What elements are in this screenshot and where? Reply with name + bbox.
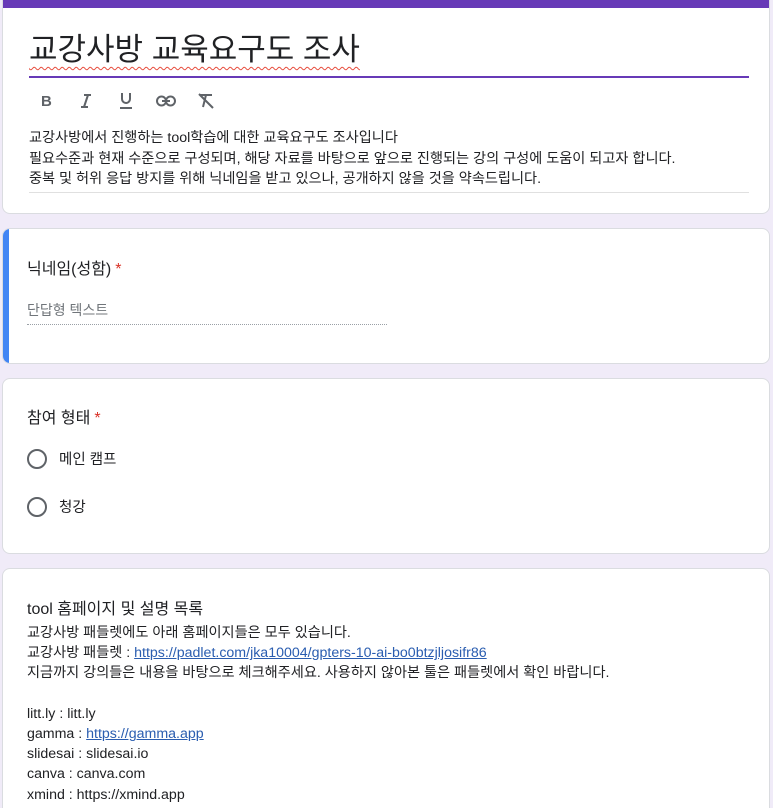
form-title-text: 교강사방 교육요구도 조사	[29, 32, 360, 67]
clear-formatting-button[interactable]	[193, 88, 219, 114]
tool-item-slidesai: slidesai : slidesai.io	[27, 746, 149, 763]
padlet-label: 교강사방 패들렛 :	[27, 645, 135, 662]
question-title: 참여 형태 *	[27, 404, 101, 428]
radio-button[interactable]	[27, 496, 47, 517]
italic-button[interactable]	[73, 88, 99, 114]
form-header-card: 교강사방 교육요구도 조사 B 교강사방에서 진행하는 tool학습에 대한 교…	[2, 0, 770, 214]
question-card-participation[interactable]: 참여 형태 * 메인 캠프 청강	[2, 378, 770, 554]
gamma-link[interactable]: https://gamma.app	[86, 726, 204, 742]
bold-button[interactable]: B	[33, 88, 59, 114]
insert-link-button[interactable]	[153, 88, 179, 114]
nickname-input[interactable]	[27, 296, 387, 325]
radio-option-label: 메인 캠프	[59, 452, 117, 468]
radio-option-audit[interactable]: 청강	[27, 496, 86, 517]
svg-text:B: B	[41, 93, 52, 109]
bold-icon: B	[41, 93, 52, 109]
gamma-label: gamma :	[27, 726, 87, 743]
required-asterisk: *	[94, 410, 101, 427]
question-title-text: 참여 형태	[27, 410, 91, 427]
description-line: 중복 및 허위 응답 방지를 위해 닉네임을 받고 있으나, 공개하지 않을 것…	[29, 171, 542, 187]
italic-icon	[81, 94, 91, 108]
radio-option-label: 청강	[59, 500, 86, 516]
underline-button[interactable]	[113, 88, 139, 114]
question-title: 닉네임(성함) *	[27, 255, 122, 279]
padlet-link[interactable]: https://padlet.com/jka10004/gpters-10-ai…	[134, 645, 487, 661]
format-toolbar: B	[33, 88, 219, 114]
form-title[interactable]: 교강사방 교육요구도 조사	[29, 28, 749, 78]
tool-item-gamma: gamma : https://gamma.app	[27, 724, 747, 744]
tool-item-littly: litt.ly : litt.ly	[27, 705, 96, 722]
tool-item-xmind: xmind : https://xmind.app	[27, 786, 185, 803]
link-icon	[156, 95, 176, 107]
radio-button[interactable]	[27, 448, 47, 469]
tool-item-canva: canva : canva.com	[27, 766, 146, 783]
radio-option-main-camp[interactable]: 메인 캠프	[27, 448, 116, 469]
description-line: 필요수준과 현재 수준으로 구성되며, 해당 자료를 바탕으로 앞으로 진행되는…	[29, 150, 676, 167]
description-line: 지금까지 강의들은 내용을 바탕으로 체크해주세요. 사용하지 않아본 툴은 패…	[27, 665, 610, 682]
required-asterisk: *	[115, 261, 122, 278]
underline-icon	[120, 93, 132, 109]
theme-color-bar	[3, 0, 769, 8]
clear-formatting-icon	[198, 93, 214, 109]
description-line: 교강사방에서 진행하는 tool학습에 대한 교육요구도 조사입니다	[29, 130, 398, 146]
description-line: 교강사방 패들렛에도 아래 홈페이지들은 모두 있습니다.	[27, 625, 351, 641]
question-title-text: tool 홈페이지 및 설명 목록	[27, 601, 204, 618]
question-title: tool 홈페이지 및 설명 목록	[27, 595, 203, 619]
form-description[interactable]: 교강사방에서 진행하는 tool학습에 대한 교육요구도 조사입니다 필요수준과…	[29, 128, 749, 193]
question-card-tool-list[interactable]: tool 홈페이지 및 설명 목록 교강사방 패들렛에도 아래 홈페이지들은 모…	[2, 568, 770, 808]
tool-list-description: 교강사방 패들렛에도 아래 홈페이지들은 모두 있습니다. 교강사방 패들렛 :…	[27, 623, 747, 805]
question-card-nickname[interactable]: 닉네임(성함) *	[2, 228, 770, 364]
question-title-text: 닉네임(성함)	[27, 261, 112, 278]
padlet-line: 교강사방 패들렛 : https://padlet.com/jka10004/g…	[27, 643, 747, 663]
